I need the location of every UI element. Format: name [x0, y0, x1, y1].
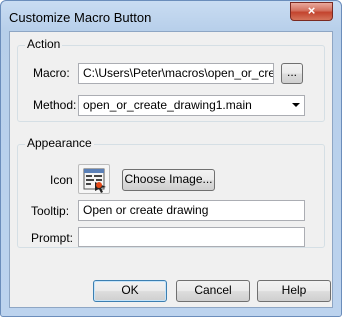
- action-group-legend: Action: [25, 37, 63, 51]
- action-group: Action Macro: C:\Users\Peter\macros\open…: [17, 37, 325, 122]
- macro-image-icon: [83, 168, 106, 193]
- help-button[interactable]: Help: [257, 280, 331, 302]
- window-title: Customize Macro Button: [9, 10, 152, 25]
- choose-image-button[interactable]: Choose Image...: [122, 169, 215, 191]
- method-select[interactable]: open_or_create_drawing1.main: [78, 95, 305, 116]
- icon-label: Icon: [50, 173, 73, 187]
- prompt-field[interactable]: [78, 227, 305, 247]
- appearance-group-legend: Appearance: [25, 136, 94, 150]
- method-select-value: open_or_create_drawing1.main: [83, 98, 252, 112]
- title-bar[interactable]: Customize Macro Button ×: [1, 1, 341, 33]
- ok-button[interactable]: OK: [93, 280, 167, 302]
- dialog-client-area: Action Macro: C:\Users\Peter\macros\open…: [9, 31, 333, 308]
- macro-path-field[interactable]: C:\Users\Peter\macros\open_or_create: [78, 63, 274, 84]
- prompt-label: Prompt:: [31, 231, 74, 245]
- cancel-button[interactable]: Cancel: [176, 280, 250, 302]
- macro-icon-preview[interactable]: [78, 164, 110, 194]
- tooltip-field[interactable]: Open or create drawing: [78, 200, 305, 221]
- chevron-down-icon: [292, 103, 300, 107]
- macro-label: Macro:: [33, 66, 70, 80]
- dialog-window: Customize Macro Button × Action Macro: C…: [0, 0, 342, 317]
- method-label: Method:: [33, 98, 77, 112]
- close-icon: ×: [307, 3, 316, 18]
- browse-macro-button[interactable]: ...: [281, 63, 303, 84]
- tooltip-label: Tooltip:: [31, 204, 70, 218]
- close-button[interactable]: ×: [290, 2, 333, 21]
- appearance-group: Appearance Icon Choose Image... Tooltip:…: [17, 136, 325, 248]
